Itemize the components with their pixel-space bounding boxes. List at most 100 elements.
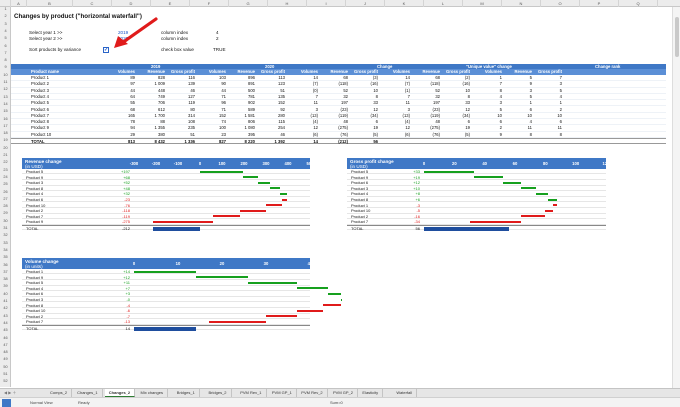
row-header[interactable]: 45 bbox=[0, 328, 11, 332]
row-header[interactable]: 29 bbox=[0, 211, 11, 215]
row-header[interactable]: 3 bbox=[0, 22, 11, 26]
row-header[interactable]: 2 bbox=[0, 14, 11, 18]
row-header[interactable]: 26 bbox=[0, 190, 11, 194]
row-header[interactable]: 32 bbox=[0, 233, 11, 237]
row-header[interactable]: 42 bbox=[0, 306, 11, 310]
tab-mix-changes[interactable]: Mix changes bbox=[137, 389, 168, 397]
row-header[interactable]: 37 bbox=[0, 270, 11, 274]
column-header-F[interactable]: F bbox=[190, 0, 229, 7]
column-header-O[interactable]: O bbox=[541, 0, 580, 7]
table-cell: 2 bbox=[499, 125, 502, 131]
gross-bar bbox=[548, 198, 558, 201]
row-header[interactable]: 39 bbox=[0, 284, 11, 288]
row-header[interactable]: 12 bbox=[0, 87, 11, 91]
tab-pvm-gp-1[interactable]: PVM GP_1 bbox=[268, 389, 297, 397]
row-header[interactable]: 16 bbox=[0, 117, 11, 121]
row-header[interactable]: 15 bbox=[0, 109, 11, 113]
row-header[interactable]: 13 bbox=[0, 95, 11, 99]
normal-view-icon[interactable] bbox=[2, 399, 11, 407]
row-header[interactable]: 17 bbox=[0, 124, 11, 128]
table-cell: 891 bbox=[248, 81, 255, 87]
column-header-G[interactable]: G bbox=[229, 0, 268, 7]
tab-changes-1[interactable]: Changes_1 bbox=[73, 389, 103, 397]
row-header[interactable]: 21 bbox=[0, 153, 11, 157]
column-header-J[interactable]: J bbox=[346, 0, 385, 7]
row-header[interactable]: 18 bbox=[0, 131, 11, 135]
row-header[interactable]: 46 bbox=[0, 336, 11, 340]
column-header-H[interactable]: H bbox=[268, 0, 307, 7]
tab-bridges-1[interactable]: Bridges_1 bbox=[173, 389, 200, 397]
row-header[interactable]: 35 bbox=[0, 255, 11, 259]
row-header[interactable]: 19 bbox=[0, 138, 11, 142]
tab-comps-2[interactable]: Comps_2 bbox=[46, 389, 73, 397]
row-header[interactable]: 20 bbox=[0, 146, 11, 150]
column-header-P[interactable]: P bbox=[580, 0, 619, 7]
row-header[interactable]: 6 bbox=[0, 44, 11, 48]
row-header[interactable]: 34 bbox=[0, 248, 11, 252]
row-header[interactable]: 4 bbox=[0, 29, 11, 33]
volume-tick-label: 20 bbox=[219, 261, 225, 266]
column-header-B[interactable]: B bbox=[27, 0, 73, 7]
row-header[interactable]: 49 bbox=[0, 357, 11, 361]
row-header[interactable]: 36 bbox=[0, 263, 11, 267]
row-header[interactable]: 44 bbox=[0, 321, 11, 325]
column-header-N[interactable]: N bbox=[502, 0, 541, 7]
tab-waterfall[interactable]: Waterfall bbox=[392, 389, 418, 397]
column-header-C[interactable]: C bbox=[73, 0, 112, 7]
row-header[interactable]: 25 bbox=[0, 182, 11, 186]
row-header[interactable]: 38 bbox=[0, 277, 11, 281]
row-header[interactable]: 24 bbox=[0, 175, 11, 179]
row-header[interactable]: 9 bbox=[0, 65, 11, 69]
gross-bar bbox=[474, 176, 503, 179]
row-header[interactable]: 52 bbox=[0, 379, 11, 383]
sort-checkbox[interactable]: ✓ bbox=[103, 47, 109, 53]
table-cell: 115 bbox=[278, 119, 285, 125]
row-header[interactable]: 30 bbox=[0, 219, 11, 223]
row-header[interactable]: 1 bbox=[0, 7, 11, 11]
row-header[interactable]: 8 bbox=[0, 58, 11, 62]
row-header[interactable]: 14 bbox=[0, 102, 11, 106]
row-header[interactable]: 43 bbox=[0, 314, 11, 318]
tab-navigation-arrows[interactable]: ◀ ▶ ＋ bbox=[0, 389, 44, 397]
row-header[interactable]: 31 bbox=[0, 226, 11, 230]
row-header[interactable]: 33 bbox=[0, 241, 11, 245]
column-header-M[interactable]: M bbox=[463, 0, 502, 7]
row-header[interactable]: 48 bbox=[0, 350, 11, 354]
row-header[interactable]: 11 bbox=[0, 80, 11, 84]
row-header[interactable]: 51 bbox=[0, 372, 11, 376]
row-header[interactable]: 50 bbox=[0, 365, 11, 369]
row-header[interactable]: 22 bbox=[0, 160, 11, 164]
row-header[interactable]: 40 bbox=[0, 292, 11, 296]
table-cell: 806 bbox=[248, 119, 255, 125]
row-header[interactable]: 47 bbox=[0, 343, 11, 347]
column-header-K[interactable]: K bbox=[385, 0, 424, 7]
table-header-8: Revenue bbox=[330, 69, 348, 74]
tab-pvm-gp-2[interactable]: PVM GP_2 bbox=[329, 389, 359, 397]
table-cell: 612 bbox=[158, 106, 165, 112]
column-header-I[interactable]: I bbox=[307, 0, 346, 7]
tab-pvm-rev-2[interactable]: PVM Rev_2 bbox=[297, 389, 328, 397]
gross-row-value: +6 bbox=[415, 197, 420, 202]
table-cell: 96 bbox=[221, 100, 226, 106]
tab-pvm-rev-1[interactable]: PVM Rev_1 bbox=[236, 389, 267, 397]
row-header[interactable]: 27 bbox=[0, 197, 11, 201]
column-header-E[interactable]: E bbox=[151, 0, 190, 7]
row-header[interactable]: 23 bbox=[0, 168, 11, 172]
row-header[interactable]: 41 bbox=[0, 299, 11, 303]
select-all-corner[interactable] bbox=[0, 0, 11, 7]
table-cell: 55 bbox=[130, 100, 135, 106]
vertical-scrollbar[interactable] bbox=[672, 7, 680, 388]
tab-changes-2[interactable]: Changes_2 bbox=[104, 389, 136, 397]
column-header-L[interactable]: L bbox=[424, 0, 463, 7]
column-header-D[interactable]: D bbox=[112, 0, 151, 7]
scrollbar-thumb[interactable] bbox=[675, 17, 679, 57]
row-header[interactable]: 7 bbox=[0, 51, 11, 55]
row-header[interactable]: 28 bbox=[0, 204, 11, 208]
column-header-A[interactable]: A bbox=[11, 0, 27, 7]
column-header-Q[interactable]: Q bbox=[619, 0, 658, 7]
tab-elasticity[interactable]: Elasticity bbox=[358, 389, 384, 397]
status-view[interactable]: Normal View bbox=[30, 399, 53, 407]
row-header[interactable]: 5 bbox=[0, 36, 11, 40]
tab-bridges-2[interactable]: Bridges_2 bbox=[205, 389, 232, 397]
row-header[interactable]: 10 bbox=[0, 73, 11, 77]
